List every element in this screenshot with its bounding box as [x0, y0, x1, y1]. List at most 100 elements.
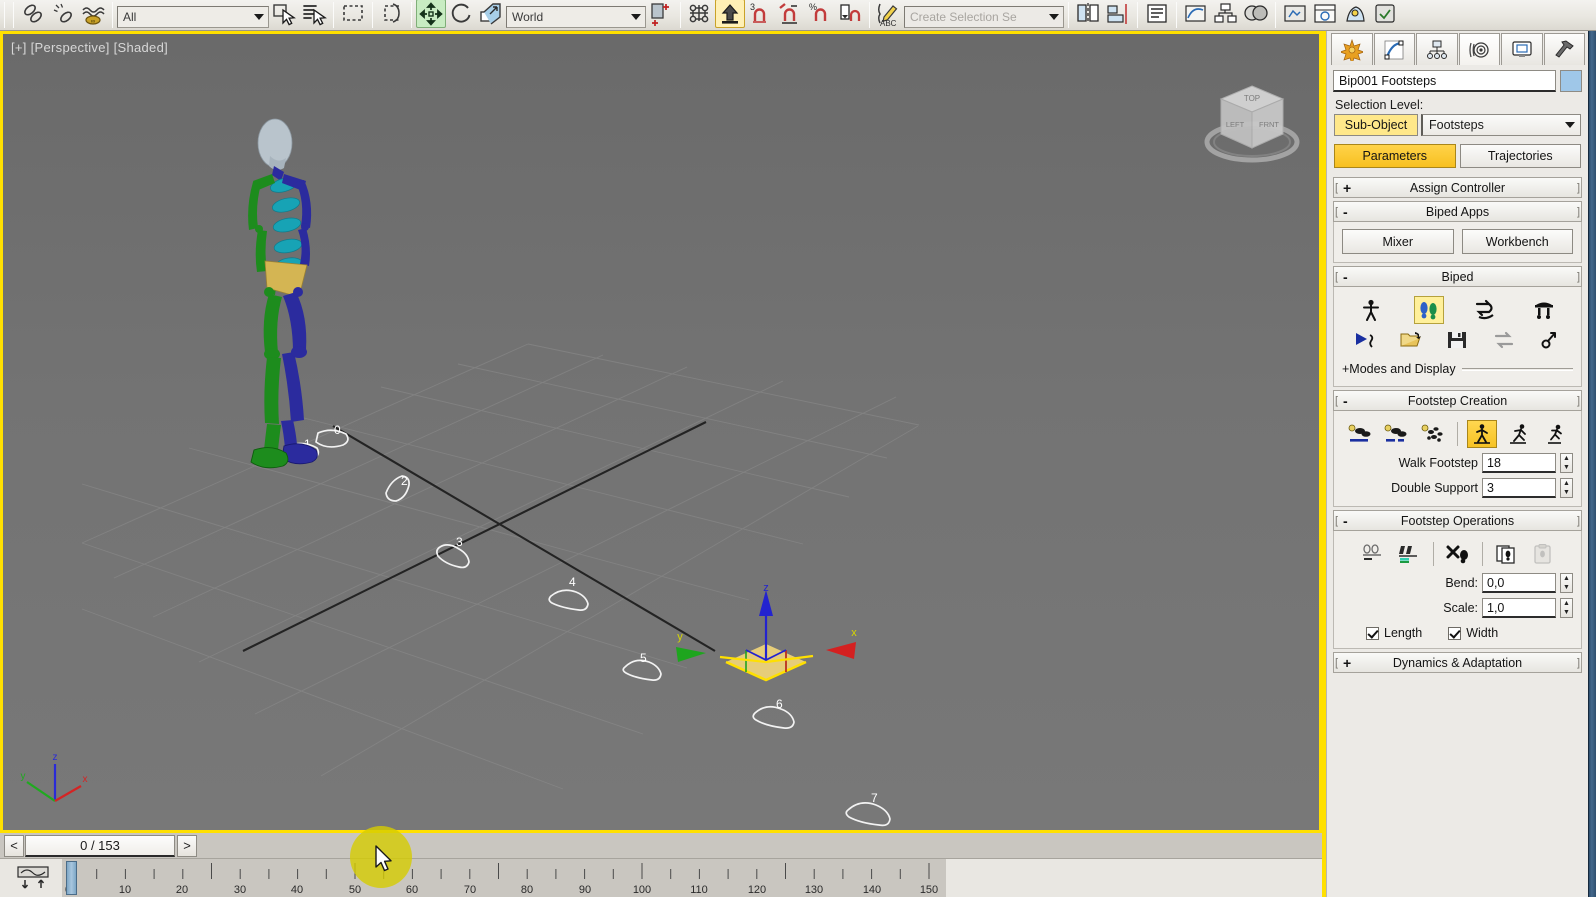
biped-character[interactable] [218, 112, 388, 487]
rollout-header-footstep-creation[interactable]: - Footstep Creation [1333, 390, 1582, 411]
svg-text:80: 80 [521, 884, 533, 896]
workbench-button[interactable]: Workbench [1461, 229, 1573, 254]
open-mini-curve-editor-icon[interactable] [12, 864, 56, 892]
walk-footstep-field[interactable]: 18 [1482, 453, 1556, 473]
snaps-toggle-icon[interactable] [715, 0, 745, 28]
modes-and-display-bar[interactable]: +Modes and Display [1342, 360, 1573, 378]
double-support-spinner[interactable]: ▲ ▼ [1560, 478, 1573, 498]
footstep-mode-icon[interactable] [1413, 296, 1444, 324]
double-support-field[interactable]: 3 [1482, 478, 1556, 498]
object-color-swatch[interactable] [1560, 70, 1582, 92]
bend-field[interactable]: 0,0 [1482, 573, 1556, 593]
motion-flow-mode-icon[interactable] [1471, 296, 1501, 324]
view-cube[interactable]: TOP LEFT FRNT [1197, 72, 1307, 177]
walk-footstep-spinner[interactable]: ▲ ▼ [1560, 453, 1573, 473]
create-multiple-footsteps-icon[interactable] [1418, 420, 1448, 448]
edit-named-selection-sets-icon[interactable]: ABC [874, 0, 904, 28]
current-frame-field[interactable]: 0 / 153 [25, 834, 175, 857]
rollout-header-footstep-operations[interactable]: - Footstep Operations [1333, 510, 1582, 531]
tab-motion[interactable] [1458, 33, 1500, 65]
align-icon[interactable] [1103, 0, 1133, 28]
convert-icon[interactable] [1489, 326, 1519, 354]
create-selection-set-combo[interactable]: Create Selection Se [904, 6, 1064, 28]
tab-display[interactable] [1501, 33, 1543, 65]
move-gizmo[interactable]: z y x [658, 582, 878, 737]
length-checkbox[interactable]: Length [1366, 626, 1422, 640]
biped-playback-icon[interactable] [1350, 326, 1380, 354]
viewport-label: [+] [Perspective] [Shaded] [11, 40, 169, 55]
select-by-name-icon[interactable] [299, 0, 329, 28]
select-and-rotate-icon[interactable] [446, 0, 476, 28]
toolbar-divider [112, 2, 113, 28]
timeline-ruler[interactable]: 01020 304050 607080 90100110 120130140 1… [62, 859, 946, 897]
render-setup-icon[interactable] [1280, 0, 1310, 28]
render-production-icon[interactable] [1340, 0, 1370, 28]
create-footsteps-at-current-frame-icon[interactable] [1381, 420, 1411, 448]
window-crossing-icon[interactable] [377, 0, 407, 28]
width-checkbox[interactable]: Width [1448, 626, 1498, 640]
bind-space-warp-icon[interactable]: ∞ [78, 0, 108, 28]
reference-coordinate-system-combo[interactable]: World [506, 6, 646, 28]
svg-text:60: 60 [406, 884, 418, 896]
figure-mode-icon[interactable] [1356, 296, 1386, 324]
rollout-header-assign-controller[interactable]: + Assign Controller [1333, 177, 1582, 198]
layer-explorer-icon[interactable] [1142, 0, 1172, 28]
material-editor-icon[interactable] [1241, 0, 1271, 28]
use-selection-center-icon[interactable] [685, 0, 715, 28]
scale-field[interactable]: 1,0 [1482, 598, 1556, 618]
spinner-increment-icon[interactable] [835, 0, 865, 28]
rendered-frame-window-icon[interactable] [1310, 0, 1340, 28]
schematic-view-icon[interactable] [1211, 0, 1241, 28]
mixer-mode-icon[interactable] [1529, 296, 1559, 324]
paste-footsteps-icon[interactable] [1528, 540, 1558, 568]
timeline-frame-marker[interactable] [66, 861, 77, 895]
percent-snap-toggle-icon[interactable] [775, 0, 805, 28]
command-panel-scrollbar[interactable] [1588, 31, 1596, 897]
selection-level-combo[interactable]: Footsteps [1421, 114, 1581, 136]
tab-hierarchy[interactable] [1416, 33, 1458, 65]
rollout-header-biped-apps[interactable]: - Biped Apps [1333, 201, 1582, 222]
scale-spinner[interactable]: ▲ ▼ [1560, 598, 1573, 618]
selection-level-value: Footsteps [1429, 118, 1484, 132]
object-name-field[interactable]: Bip001 Footsteps [1333, 70, 1556, 92]
perspective-viewport[interactable]: [+] [Perspective] [Shaded] TOP LEFT FRNT [0, 31, 1322, 833]
prev-frame-button[interactable]: < [4, 834, 24, 857]
walk-gait-icon[interactable] [1467, 420, 1498, 448]
create-footsteps-append-icon[interactable] [1345, 420, 1375, 448]
parameters-button[interactable]: Parameters [1334, 144, 1456, 168]
svg-text:x: x [83, 774, 88, 785]
copy-footsteps-icon[interactable] [1492, 540, 1522, 568]
rectangular-selection-region-icon[interactable] [338, 0, 368, 28]
unlink-icon[interactable] [48, 0, 78, 28]
load-file-icon[interactable] [1396, 326, 1426, 354]
curve-editor-icon[interactable] [1181, 0, 1211, 28]
run-gait-icon[interactable] [1504, 420, 1534, 448]
rollout-header-dynamics-adaptation[interactable]: + Dynamics & Adaptation [1333, 652, 1582, 673]
trajectories-button[interactable]: Trajectories [1459, 144, 1581, 168]
tab-utilities[interactable] [1543, 33, 1585, 65]
use-pivot-point-center-icon[interactable] [646, 0, 676, 28]
tab-modify[interactable] [1373, 33, 1415, 65]
jump-gait-icon[interactable] [1540, 420, 1570, 448]
sub-object-button[interactable]: Sub-Object [1334, 114, 1418, 136]
save-file-icon[interactable] [1442, 326, 1472, 354]
select-object-icon[interactable] [269, 0, 299, 28]
rollout-header-biped[interactable]: - Biped [1333, 266, 1582, 287]
tab-create[interactable] [1331, 33, 1373, 65]
deactivate-footsteps-icon[interactable] [1394, 540, 1424, 568]
mixer-button[interactable]: Mixer [1342, 229, 1454, 254]
move-all-mode-icon[interactable] [1535, 326, 1565, 354]
select-and-scale-icon[interactable] [476, 0, 506, 28]
next-frame-button[interactable]: > [177, 834, 197, 857]
svg-text:∞: ∞ [91, 19, 95, 25]
mirror-icon[interactable] [1073, 0, 1103, 28]
create-keys-inactive-footsteps-icon[interactable] [1358, 540, 1388, 568]
selection-filter-combo[interactable]: All [117, 6, 269, 28]
select-and-move-icon[interactable] [416, 0, 446, 28]
angle-snap-toggle-icon[interactable]: 3 [745, 0, 775, 28]
bend-spinner[interactable]: ▲ ▼ [1560, 573, 1573, 593]
link-icon[interactable] [18, 0, 48, 28]
render-iterative-icon[interactable] [1370, 0, 1400, 28]
spinner-snap-toggle-icon[interactable]: % [805, 0, 835, 28]
delete-footsteps-icon[interactable] [1443, 540, 1473, 568]
